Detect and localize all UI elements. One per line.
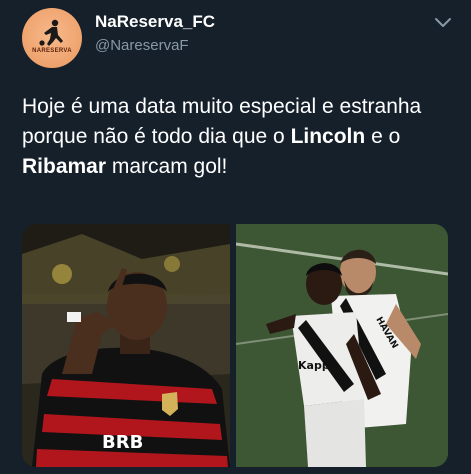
jersey-sponsor-text: BRB bbox=[102, 432, 143, 453]
footballer-icon bbox=[39, 19, 63, 46]
tweet-media[interactable]: BRB Kappa HAVAN bbox=[22, 224, 448, 467]
chevron-down-icon[interactable] bbox=[430, 10, 456, 36]
tweet[interactable]: NARESERVA NaReserva_FC @NareservaF Hoje … bbox=[0, 0, 471, 474]
jersey-sponsor-text: Kappa bbox=[298, 359, 337, 372]
tweet-text: Hoje é uma data muito especial e estranh… bbox=[22, 92, 452, 182]
flamengo-player-illustration: BRB bbox=[22, 224, 230, 467]
photo-vasco-players[interactable]: Kappa HAVAN bbox=[236, 224, 448, 467]
avatar[interactable]: NARESERVA bbox=[22, 8, 82, 68]
display-name[interactable]: NaReserva_FC bbox=[95, 12, 215, 32]
tweet-highlight-lincoln: Lincoln bbox=[290, 125, 366, 148]
account-handle[interactable]: @NareservaF bbox=[95, 37, 189, 54]
vasco-players-illustration: Kappa HAVAN bbox=[236, 224, 448, 467]
tweet-highlight-ribamar: Ribamar bbox=[22, 155, 107, 178]
tweet-text-part: marcam gol! bbox=[106, 155, 228, 178]
tweet-text-part: e o bbox=[365, 125, 401, 148]
avatar-brand-text: NARESERVA bbox=[32, 48, 72, 54]
photo-flamengo-player[interactable]: BRB bbox=[22, 224, 230, 467]
